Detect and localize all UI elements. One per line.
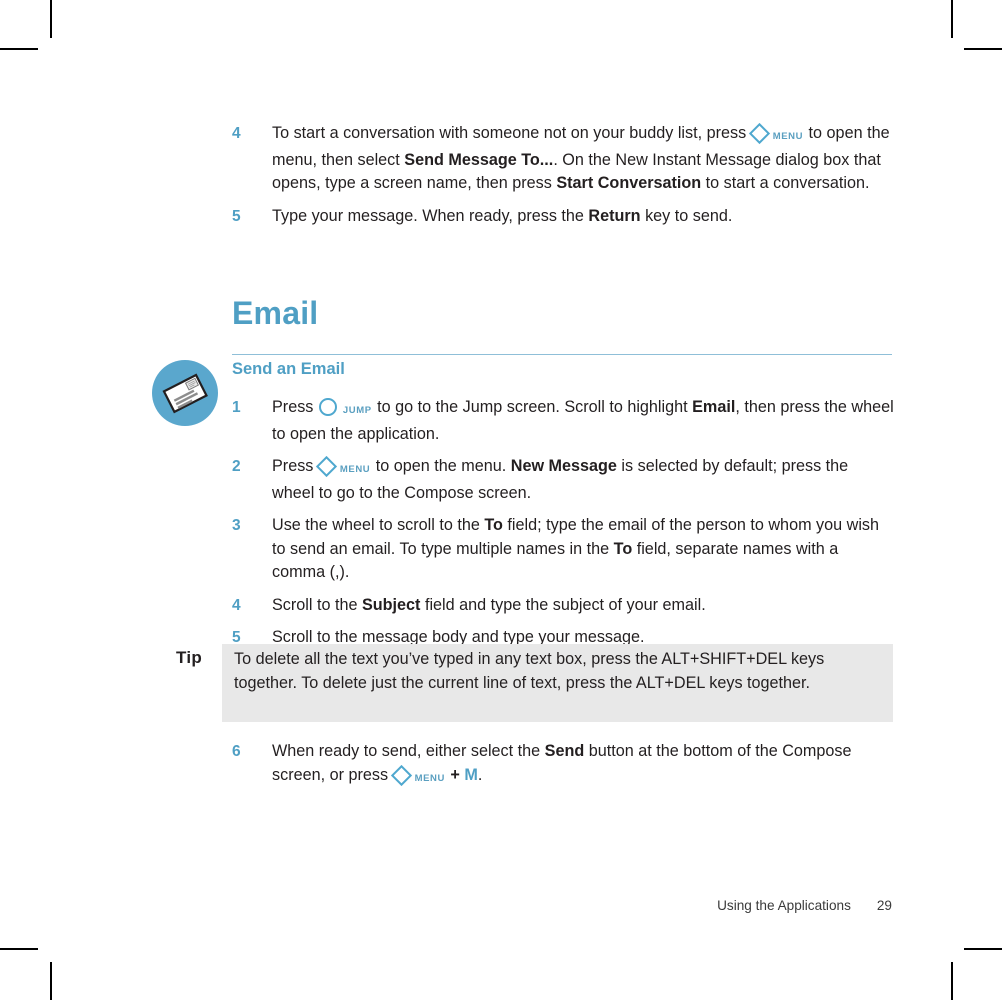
step-text-segment: to go to the Jump screen. Scroll to high…	[372, 398, 693, 416]
step-text-segment: +	[445, 765, 465, 784]
step-text-segment: To start a conversation with someone not…	[272, 124, 751, 142]
step-number: 6	[232, 743, 241, 760]
crop-mark-top-right-vertical	[951, 0, 953, 38]
diamond-icon	[748, 122, 770, 145]
step-text: Press MENU to open the menu. New Message…	[272, 455, 894, 505]
step-text-segment: .	[477, 765, 483, 784]
step-text-segment: Type your message. When ready, press the	[272, 206, 589, 225]
crop-mark-bottom-left-horizontal	[0, 948, 38, 950]
list-item: 6 When ready to send, either select the …	[232, 740, 894, 790]
list-item: 3 Use the wheel to scroll to the To fiel…	[232, 514, 894, 585]
shortcut-key-letter: M	[464, 765, 478, 784]
step-text-bold: Send Message To...	[404, 150, 554, 169]
step-text-segment: field and type the subject of your email…	[420, 595, 706, 614]
step-text-segment: key to send.	[640, 206, 733, 225]
step-text-bold: Subject	[361, 595, 421, 614]
step-text-segment: Press	[272, 398, 318, 416]
list-item: 2 Press MENU to open the menu. New Messa…	[232, 455, 894, 505]
step-number: 4	[232, 596, 241, 614]
step-text-segment: Scroll to the	[272, 595, 362, 614]
step-text-segment: to open the menu.	[371, 457, 511, 475]
step-text-bold: Send	[544, 742, 585, 760]
list-item: 4 To start a conversation with someone n…	[232, 122, 894, 196]
crop-mark-top-left-horizontal	[0, 48, 38, 50]
section-divider	[232, 354, 892, 355]
step-text-segment: to start a conversation.	[701, 174, 870, 192]
step-text-bold: To	[484, 516, 503, 534]
step-text: To start a conversation with someone not…	[272, 122, 894, 196]
page-footer: Using the Applications 29	[232, 898, 892, 913]
send-email-final-step: 6 When ready to send, either select the …	[232, 740, 894, 799]
instant-message-step-list: 4 To start a conversation with someone n…	[232, 122, 894, 237]
step-text: Use the wheel to scroll to the To field;…	[272, 514, 894, 585]
send-email-step-list: 1 Press JUMP to go to the Jump screen. S…	[232, 396, 894, 659]
step-number: 1	[232, 399, 241, 416]
menu-key-glyph: MENU	[748, 122, 804, 149]
step-text-bold: To	[613, 539, 633, 558]
crop-mark-top-right-horizontal	[964, 48, 1002, 50]
step-text: Press JUMP to go to the Jump screen. Scr…	[272, 396, 894, 446]
crop-mark-bottom-left-vertical	[50, 962, 52, 1000]
list-item: 1 Press JUMP to go to the Jump screen. S…	[232, 396, 894, 446]
step-text-bold: Email	[692, 398, 736, 416]
diamond-icon	[315, 455, 337, 478]
tip-text: To delete all the text you’ve typed in a…	[234, 650, 825, 692]
envelope-icon	[152, 360, 218, 426]
menu-key-glyph: MENU	[315, 455, 371, 482]
crop-mark-bottom-right-vertical	[951, 962, 953, 1000]
footer-section-label: Using the Applications	[717, 898, 851, 913]
crop-mark-bottom-right-horizontal	[964, 948, 1002, 950]
tip-label: Tip	[176, 648, 203, 667]
list-item: 5 Type your message. When ready, press t…	[232, 205, 894, 229]
subsection-title: Send an Email	[232, 360, 345, 378]
step-text-bold: Start Conversation	[556, 174, 702, 192]
step-text-segment: Press	[272, 457, 318, 475]
menu-key-label: MENU	[414, 772, 445, 784]
footer-page-number: 29	[876, 898, 892, 913]
menu-key-glyph: MENU	[390, 764, 446, 791]
jump-key-label: JUMP	[342, 405, 372, 416]
step-text: When ready to send, either select the Se…	[272, 740, 894, 790]
menu-key-label: MENU	[339, 464, 371, 475]
step-number: 4	[232, 125, 241, 142]
diamond-icon	[390, 764, 412, 786]
step-number: 5	[232, 207, 241, 225]
step-number: 2	[232, 458, 241, 475]
crop-mark-top-left-vertical	[50, 0, 52, 38]
step-text-bold: Return	[588, 206, 641, 225]
step-text: Type your message. When ready, press the…	[272, 205, 894, 229]
step-number: 3	[232, 517, 241, 534]
list-item: 4 Scroll to the Subject field and type t…	[232, 594, 894, 618]
page-title: Email	[232, 295, 319, 331]
step-text: Scroll to the Subject field and type the…	[272, 594, 894, 618]
step-text-segment: When ready to send, either select the	[272, 742, 545, 760]
step-text-segment: Use the wheel to scroll to the	[272, 516, 485, 534]
menu-key-label: MENU	[772, 131, 804, 142]
circle-icon	[318, 398, 337, 416]
jump-key-glyph: JUMP	[318, 398, 373, 423]
step-text-bold: New Message	[510, 457, 617, 475]
manual-page: 4 To start a conversation with someone n…	[0, 0, 1002, 1000]
